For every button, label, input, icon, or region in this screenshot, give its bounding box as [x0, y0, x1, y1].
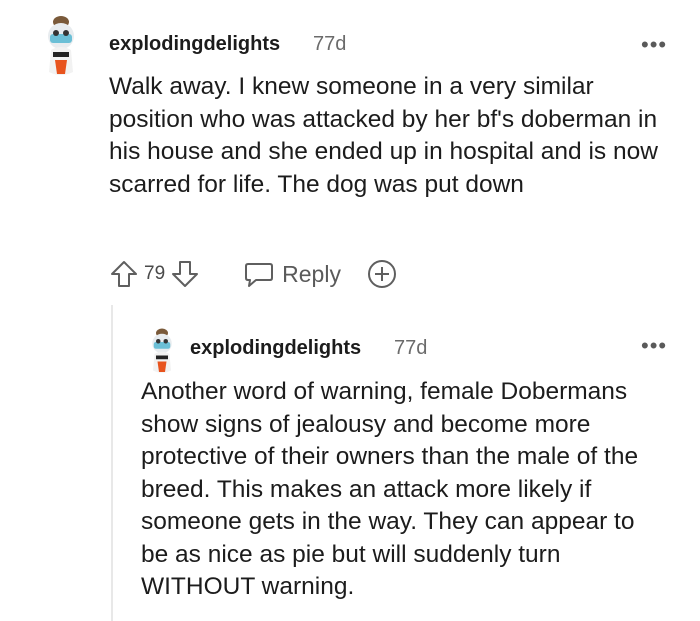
- plus-circle-icon: [367, 260, 396, 288]
- upvote-button[interactable]: [109, 259, 139, 289]
- more-options-button[interactable]: •••: [641, 34, 667, 56]
- downvote-button[interactable]: [170, 259, 200, 289]
- speech-bubble-icon: [245, 263, 274, 287]
- reply-avatar[interactable]: [144, 327, 180, 375]
- vote-count: 79: [144, 263, 166, 284]
- comment-body: Walk away. I knew someone in a very simi…: [109, 73, 658, 198]
- thread-line[interactable]: [111, 305, 113, 621]
- arrow-up-icon: [111, 261, 137, 287]
- reply-more-options-button[interactable]: •••: [641, 335, 667, 357]
- reply-age: 77d: [394, 337, 428, 359]
- reply-label: Reply: [282, 260, 341, 287]
- arrow-down-icon: [172, 261, 199, 287]
- award-button[interactable]: [366, 258, 398, 290]
- ellipsis-icon: •••: [641, 32, 668, 57]
- comment-actions: 79 Reply: [109, 258, 398, 290]
- comment-age: 77d: [313, 33, 347, 55]
- reply-username[interactable]: explodingdelights: [190, 337, 361, 360]
- reply-button[interactable]: Reply: [244, 260, 341, 288]
- username[interactable]: explodingdelights: [109, 33, 280, 56]
- reply-body: Another word of warning, female Doberman…: [141, 378, 639, 600]
- avatar[interactable]: [37, 14, 85, 78]
- ellipsis-icon: •••: [641, 333, 668, 358]
